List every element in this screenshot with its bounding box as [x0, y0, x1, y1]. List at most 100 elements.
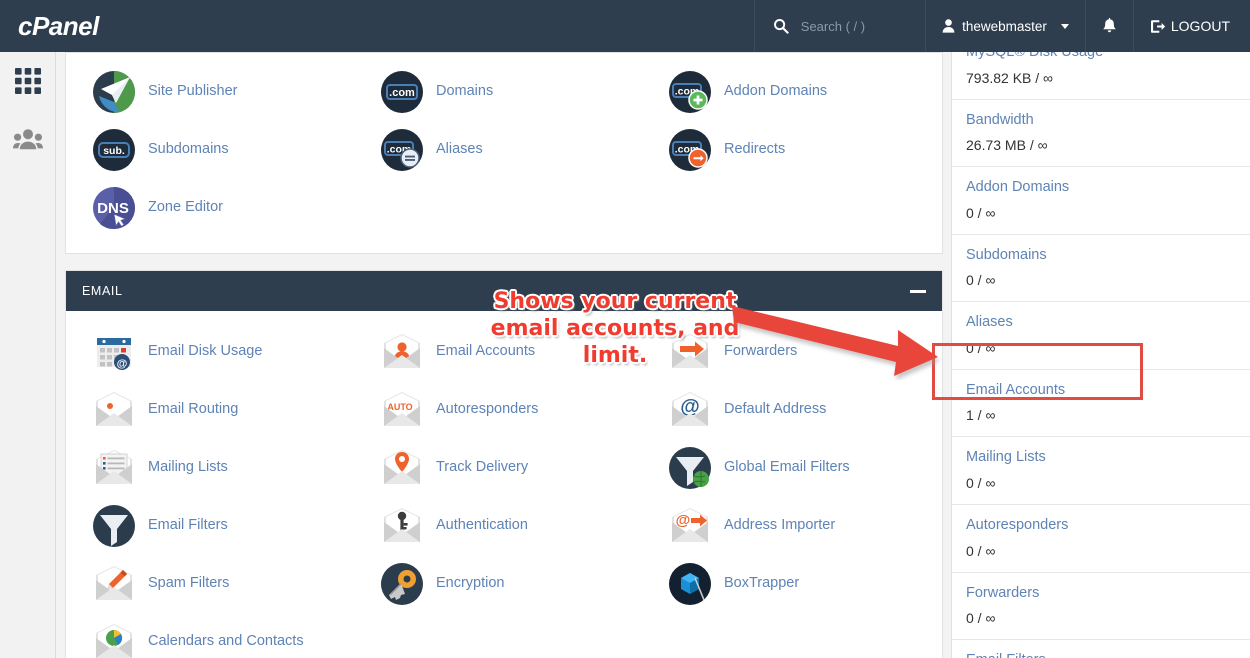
stat-value: 0 / ∞ [966, 204, 996, 221]
stat-row-email-accounts[interactable]: Email Accounts 1 / ∞ [952, 370, 1250, 438]
tile-boxtrapper[interactable]: BoxTrapper [648, 555, 936, 613]
stat-value: 1 / ∞ [966, 407, 996, 424]
stat-row[interactable]: Subdomains 0 / ∞ [952, 235, 1250, 303]
tile-subdomains[interactable]: sub. Subdomains [72, 121, 360, 179]
email-tile-grid: Email Accounts Forwarders Email Routing … [66, 311, 942, 658]
stat-label[interactable]: Aliases [966, 313, 1236, 333]
stat-row[interactable]: Bandwidth 26.73 MB / ∞ [952, 100, 1250, 168]
tile-global-email-filters[interactable]: Global Email Filters [648, 439, 936, 497]
sub-dot-icon: sub. [92, 128, 136, 172]
domains-tile-grid: Site Publisher .com Domains .com Addon D… [66, 53, 942, 253]
key-lock-icon [380, 562, 424, 606]
envelope-at-arrow-icon: @ [668, 504, 712, 548]
stat-row[interactable]: Mailing Lists 0 / ∞ [952, 437, 1250, 505]
tile-aliases[interactable]: .com Aliases [360, 121, 648, 179]
envelope-auto-icon: AUTO [380, 388, 424, 432]
tile-encryption[interactable]: Encryption [360, 555, 648, 613]
cpanel-logo[interactable]: cPanel [0, 11, 99, 42]
stat-label[interactable]: Subdomains [966, 246, 1236, 266]
tile-label: Track Delivery [435, 459, 529, 476]
stat-value: 0 / ∞ [966, 474, 996, 491]
tile-redirects[interactable]: .com Redirects [648, 121, 936, 179]
svg-text:DNS: DNS [97, 200, 129, 217]
tile-label: Addon Domains [723, 83, 828, 100]
tile-authentication[interactable]: Authentication [360, 497, 648, 555]
username-label: thewebmaster [962, 18, 1047, 34]
envelope-piechart-icon [92, 620, 136, 658]
envelope-routing-icon [92, 388, 136, 432]
envelope-user-icon [380, 330, 424, 374]
tile-label: Address Importer [723, 517, 836, 534]
tile-label: Domains [435, 83, 494, 100]
tile-addon-domains[interactable]: .com Addon Domains [648, 63, 936, 121]
tile-mailing-lists[interactable]: Mailing Lists [72, 439, 360, 497]
domains-card: Site Publisher .com Domains .com Addon D… [65, 52, 943, 254]
tile-email-filters[interactable]: Email Filters [72, 497, 360, 555]
funnel-globe-icon [668, 446, 712, 490]
tile-email-routing[interactable]: Email Routing [72, 381, 360, 439]
tile-label: Redirects [723, 141, 786, 158]
stat-label[interactable]: Email Accounts [966, 381, 1236, 401]
svg-text:@: @ [117, 358, 128, 370]
stat-label[interactable]: Addon Domains [966, 178, 1236, 198]
box-trap-icon [668, 562, 712, 606]
stat-row[interactable]: Email Filters 1 / ∞ [952, 640, 1250, 658]
tile-label: Default Address [723, 401, 827, 418]
stat-row[interactable]: Addon Domains 0 / ∞ [952, 167, 1250, 235]
search-input-placeholder[interactable]: Search ( / ) [801, 19, 865, 34]
stat-label[interactable]: Autoresponders [966, 516, 1236, 536]
tile-forwarders[interactable]: Forwarders [648, 323, 936, 381]
stat-label[interactable]: Bandwidth [966, 111, 1236, 131]
stat-value: 0 / ∞ [966, 272, 996, 289]
stat-row[interactable]: MySQL® Disk Usage 793.82 KB / ∞ [952, 52, 1250, 100]
stat-row[interactable]: Autoresponders 0 / ∞ [952, 505, 1250, 573]
tile-calendars-and-contacts[interactable]: @ Email Disk Usage [72, 323, 360, 381]
tile-default-address[interactable]: @ Default Address [648, 381, 936, 439]
tile-domains[interactable]: .com Domains [360, 63, 648, 121]
stat-value: 0 / ∞ [966, 339, 996, 356]
bell-icon [1102, 17, 1117, 35]
stat-label[interactable]: Email Filters [966, 651, 1236, 658]
envelope-key-icon [380, 504, 424, 548]
tile-autoresponders[interactable]: AUTO Autoresponders [360, 381, 648, 439]
tile-label: Spam Filters [148, 575, 230, 592]
search-box[interactable]: Search ( / ) [753, 0, 925, 52]
stats-sidebar[interactable]: MySQL® Disk Usage 793.82 KB / ∞ Bandwidt… [951, 52, 1250, 658]
funnel-icon [92, 504, 136, 548]
tile-label: Zone Editor [148, 199, 223, 216]
tile-zone-editor[interactable]: DNS Zone Editor [72, 179, 360, 237]
tile-site-publisher[interactable]: Site Publisher [72, 63, 360, 121]
tile-label: Calendars and Contacts [148, 633, 304, 650]
stat-label[interactable]: Forwarders [966, 584, 1236, 604]
stat-row[interactable]: Forwarders 0 / ∞ [952, 573, 1250, 641]
sidebar-item-apps[interactable] [0, 52, 56, 110]
tile-spam-filters[interactable]: Spam Filters [72, 555, 360, 613]
email-card: EMAIL Email Accounts Forwarders Email Ro… [65, 270, 943, 658]
stat-value: 793.82 KB / ∞ [966, 69, 1054, 86]
tile-label: Authentication [435, 517, 528, 534]
svg-text:sub.: sub. [103, 145, 125, 157]
tile-email-disk-usage[interactable]: Calendars and Contacts [72, 613, 360, 658]
logout-button[interactable]: LOGOUT [1132, 0, 1250, 52]
envelope-pencil-icon [92, 562, 136, 606]
dotcom-equals-icon: .com [380, 128, 424, 172]
stat-label[interactable]: MySQL® Disk Usage [966, 52, 1236, 63]
main-content-scroll[interactable]: Site Publisher .com Domains .com Addon D… [57, 52, 951, 658]
svg-text:.com: .com [389, 87, 415, 99]
tile-label: Email Disk Usage [148, 343, 263, 360]
envelope-list-icon [92, 446, 136, 490]
sidebar-item-users[interactable] [0, 110, 56, 168]
stat-label[interactable]: Mailing Lists [966, 448, 1236, 468]
tile-email-accounts[interactable]: Email Accounts [360, 323, 648, 381]
tile-label: Global Email Filters [723, 459, 850, 476]
header-right-group: Search ( / ) thewebmaster LOGOUT [753, 0, 1250, 52]
user-menu[interactable]: thewebmaster [925, 0, 1085, 52]
tile-address-importer[interactable]: @ Address Importer [648, 497, 936, 555]
notifications-button[interactable] [1084, 0, 1133, 52]
tile-track-delivery[interactable]: Track Delivery [360, 439, 648, 497]
tile-label: Autoresponders [435, 401, 539, 418]
calendar-at-icon: @ [92, 330, 136, 374]
minus-icon[interactable] [910, 289, 926, 293]
stat-row[interactable]: Aliases 0 / ∞ [952, 302, 1250, 370]
chevron-down-icon [1060, 23, 1069, 29]
